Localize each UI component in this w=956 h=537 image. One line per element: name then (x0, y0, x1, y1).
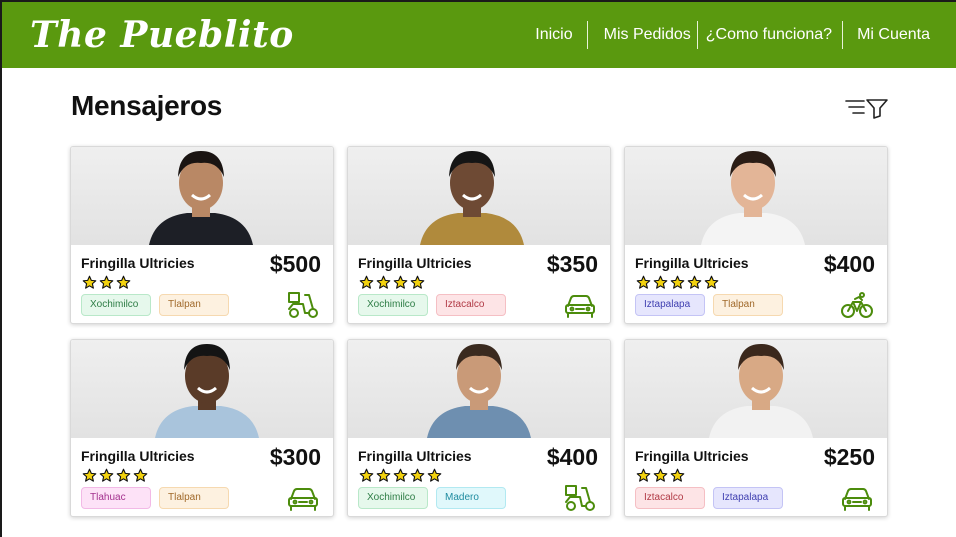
page-title: Mensajeros (71, 90, 223, 121)
zone-tags: Xochimilco Madero (358, 487, 506, 509)
star-icon (670, 275, 685, 295)
courier-card[interactable]: Fringilla Ultricies $250 Iztacalco Iztapa… (624, 339, 888, 517)
car-icon (564, 291, 596, 319)
nav-mis-pedidos[interactable]: Mis Pedidos (586, 21, 697, 49)
bicycle-icon (841, 291, 873, 319)
rating-stars (359, 468, 442, 488)
star-icon (653, 468, 668, 488)
nav-inicio[interactable]: Inicio (535, 21, 586, 49)
nav-links: Inicio Mis Pedidos ¿Como funciona? Mi Cu… (535, 21, 930, 49)
star-icon (99, 468, 114, 488)
star-icon (427, 468, 442, 488)
courier-price: $400 (546, 444, 598, 470)
star-icon (99, 275, 114, 295)
courier-name: Fringilla Ultricies (635, 255, 749, 271)
scooter-icon (564, 484, 596, 512)
car-icon (287, 484, 319, 512)
zone-tag: Iztapalapa (713, 487, 783, 509)
zone-tag: Tlahuac (81, 487, 151, 509)
scooter-icon (287, 291, 319, 319)
nav-como-funciona[interactable]: ¿Como funciona? (696, 21, 842, 49)
star-icon (410, 275, 425, 295)
car-icon (841, 484, 873, 512)
courier-photo (625, 147, 887, 245)
zone-tag: Xochimilco (358, 487, 428, 509)
courier-photo (348, 147, 610, 245)
title-row: Mensajeros (70, 90, 892, 130)
courier-photo (348, 340, 610, 438)
courier-name: Fringilla Ultricies (358, 448, 472, 464)
courier-card[interactable]: Fringilla Ultricies $400 Iztapalapa Tlalp… (624, 146, 888, 324)
star-icon (359, 275, 374, 295)
star-icon (393, 275, 408, 295)
star-icon (653, 275, 668, 295)
rating-stars (82, 275, 131, 295)
rating-stars (636, 468, 685, 488)
zone-tag: Iztacalco (635, 487, 705, 509)
courier-price: $350 (546, 251, 598, 277)
star-icon (116, 275, 131, 295)
star-icon (670, 468, 685, 488)
courier-name: Fringilla Ultricies (81, 255, 195, 271)
zone-tag: Iztapalapa (635, 294, 705, 316)
filter-list-icon[interactable] (844, 96, 890, 120)
zone-tags: Iztapalapa Tlalpan (635, 294, 783, 316)
rating-stars (82, 468, 148, 488)
zone-tags: Iztacalco Iztapalapa (635, 487, 783, 509)
courier-price: $250 (823, 444, 875, 470)
star-icon (393, 468, 408, 488)
nav-mi-cuenta[interactable]: Mi Cuenta (842, 21, 930, 49)
star-icon (116, 468, 131, 488)
zone-tag: Tlalpan (159, 487, 229, 509)
zone-tag: Xochimilco (358, 294, 428, 316)
zone-tag: Iztacalco (436, 294, 506, 316)
zone-tag: Xochimilco (81, 294, 151, 316)
star-icon (133, 468, 148, 488)
app-logo[interactable]: The Pueblito (30, 14, 294, 56)
courier-photo (71, 147, 333, 245)
zone-tags: Xochimilco Tlalpan (81, 294, 229, 316)
zone-tag: Madero (436, 487, 506, 509)
star-icon (410, 468, 425, 488)
zone-tags: Xochimilco Iztacalco (358, 294, 506, 316)
star-icon (687, 275, 702, 295)
courier-card[interactable]: Fringilla Ultricies $350 Xochimilco Iztac… (347, 146, 611, 324)
rating-stars (359, 275, 425, 295)
courier-price: $300 (269, 444, 321, 470)
star-icon (376, 275, 391, 295)
zone-tag: Tlalpan (159, 294, 229, 316)
courier-price: $500 (269, 251, 321, 277)
zone-tag: Tlalpan (713, 294, 783, 316)
main-content: Mensajeros Fringilla Ultricies $500 Xoch… (70, 68, 892, 537)
zone-tags: Tlahuac Tlalpan (81, 487, 229, 509)
courier-card[interactable]: Fringilla Ultricies $500 Xochimilco Tlalp… (70, 146, 334, 324)
courier-price: $400 (823, 251, 875, 277)
courier-photo (625, 340, 887, 438)
courier-name: Fringilla Ultricies (81, 448, 195, 464)
courier-card[interactable]: Fringilla Ultricies $300 Tlahuac Tlalpan (70, 339, 334, 517)
courier-name: Fringilla Ultricies (635, 448, 749, 464)
top-navbar: The Pueblito Inicio Mis Pedidos ¿Como fu… (2, 2, 956, 68)
star-icon (82, 275, 97, 295)
courier-photo (71, 340, 333, 438)
star-icon (82, 468, 97, 488)
star-icon (359, 468, 374, 488)
star-icon (636, 468, 651, 488)
star-icon (376, 468, 391, 488)
courier-card[interactable]: Fringilla Ultricies $400 Xochimilco Mader… (347, 339, 611, 517)
star-icon (636, 275, 651, 295)
courier-name: Fringilla Ultricies (358, 255, 472, 271)
star-icon (704, 275, 719, 295)
rating-stars (636, 275, 719, 295)
